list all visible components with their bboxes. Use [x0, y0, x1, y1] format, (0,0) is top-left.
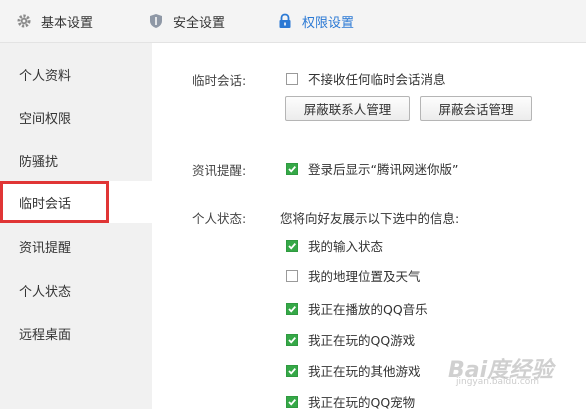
sidebar: 个人资料 空间权限 防骚扰 临时会话 资讯提醒 个人状态 远程桌面 [0, 43, 152, 409]
sidebar-item-profile[interactable]: 个人资料 [0, 53, 152, 95]
check-icon [288, 165, 296, 173]
temp-session-option[interactable]: 不接收任何临时会话消息 [286, 69, 446, 88]
status-option-text: 我正在播放的QQ音乐 [308, 302, 428, 317]
tab-permission-settings[interactable]: 权限设置 [277, 0, 354, 42]
news-option[interactable]: 登录后显示“腾讯网迷你版” [286, 159, 458, 178]
tab-basic-settings[interactable]: 基本设置 [16, 0, 93, 42]
sidebar-item-label: 资讯提醒 [19, 240, 72, 256]
status-option[interactable]: 我正在玩的QQ游戏 [286, 330, 415, 349]
watermark-url: jingyan.baidu.com [456, 377, 540, 387]
sidebar-item-space-permission[interactable]: 空间权限 [0, 96, 152, 138]
status-option-text: 我正在玩的QQ游戏 [308, 333, 416, 348]
status-option[interactable]: 我正在玩的QQ宠物 [286, 392, 415, 411]
block-contacts-button[interactable]: 屏蔽联系人管理 [285, 96, 410, 121]
check-icon [288, 398, 296, 406]
gear-icon [16, 13, 32, 29]
sidebar-item-label: 远程桌面 [19, 327, 72, 343]
check-icon [288, 336, 296, 344]
status-option[interactable]: 我的地理位置及天气 [286, 266, 421, 285]
checkbox[interactable] [286, 269, 298, 282]
checkbox-checked[interactable] [286, 162, 298, 175]
checkbox-checked[interactable] [286, 333, 298, 346]
checkbox-checked[interactable] [286, 302, 298, 315]
checkbox-checked[interactable] [286, 364, 298, 377]
check-icon [288, 305, 296, 313]
checkbox[interactable] [286, 72, 298, 85]
sidebar-item-label: 个人状态 [19, 284, 72, 300]
temp-session-label: 临时会话: [192, 73, 247, 88]
top-tab-bar: 基本设置 安全设置 权限设置 [0, 0, 586, 43]
status-option-text: 我正在玩的QQ宠物 [308, 395, 416, 410]
check-icon [288, 367, 296, 375]
lock-icon [277, 13, 293, 29]
shield-icon [148, 13, 164, 29]
status-option[interactable]: 我正在播放的QQ音乐 [286, 299, 428, 318]
check-icon [288, 242, 296, 250]
sidebar-item-news-reminder[interactable]: 资讯提醒 [0, 225, 152, 267]
block-sessions-button[interactable]: 屏蔽会话管理 [420, 96, 532, 121]
status-option-text: 我的地理位置及天气 [308, 269, 421, 284]
sidebar-item-label: 空间权限 [19, 111, 72, 127]
tab-permission-settings-label: 权限设置 [302, 15, 355, 31]
sidebar-item-label: 个人资料 [19, 68, 72, 84]
sidebar-item-label: 防骚扰 [19, 154, 59, 170]
tab-security-settings-label: 安全设置 [173, 15, 226, 31]
status-option[interactable]: 我正在玩的其他游戏 [286, 361, 421, 380]
sidebar-item-personal-status[interactable]: 个人状态 [0, 269, 152, 311]
sidebar-item-label: 临时会话 [19, 196, 72, 212]
sidebar-item-anti-harassment[interactable]: 防骚扰 [0, 139, 152, 181]
status-option-text: 我的输入状态 [308, 239, 384, 254]
checkbox-checked[interactable] [286, 395, 298, 408]
status-description: 您将向好友展示以下选中的信息: [280, 211, 460, 226]
news-option-text: 登录后显示“腾讯网迷你版” [308, 162, 459, 177]
temp-session-option-text: 不接收任何临时会话消息 [308, 72, 446, 87]
checkbox-checked[interactable] [286, 239, 298, 252]
news-label: 资讯提醒: [192, 163, 247, 178]
sidebar-item-temp-session[interactable]: 临时会话 [0, 181, 152, 223]
sidebar-item-remote-desktop[interactable]: 远程桌面 [0, 312, 152, 354]
tab-security-settings[interactable]: 安全设置 [148, 0, 225, 42]
status-option-text: 我正在玩的其他游戏 [308, 364, 421, 379]
tab-basic-settings-label: 基本设置 [41, 15, 94, 31]
status-option[interactable]: 我的输入状态 [286, 236, 383, 255]
status-label: 个人状态: [192, 211, 247, 226]
